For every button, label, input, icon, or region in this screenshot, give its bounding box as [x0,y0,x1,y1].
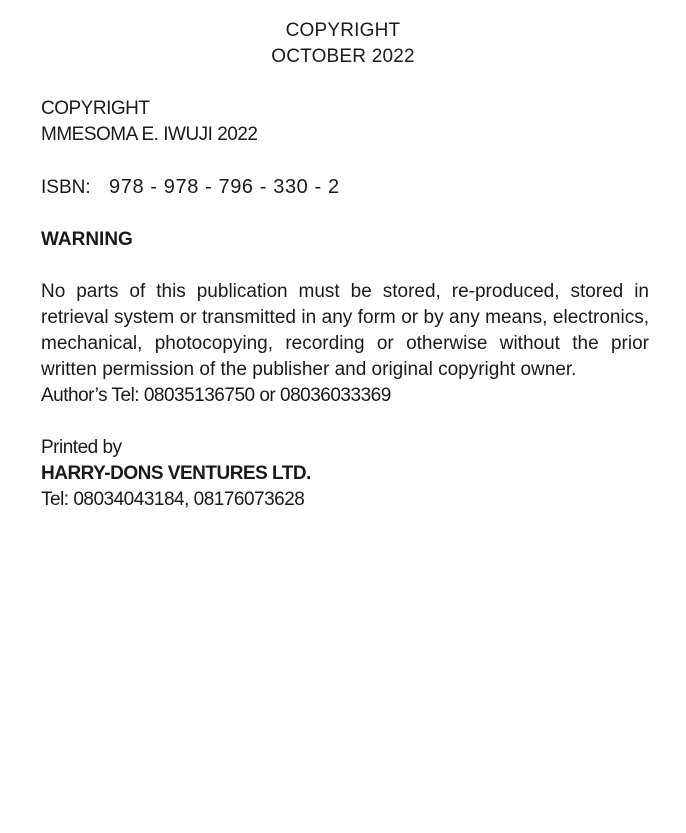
isbn-label: ISBN: [41,177,91,198]
copyright-label: COPYRIGHT [41,98,150,119]
printed-by-label: Printed by [41,437,122,458]
warning-heading: WARNING [41,229,133,250]
isbn-value: 978 - 978 - 796 - 330 - 2 [109,176,340,198]
header-date: OCTOBER 2022 [271,46,415,67]
copyright-holder: MMESOMA E. IWUJI 2022 [41,124,258,145]
header-title: COPYRIGHT [285,20,401,41]
author-telephone: Author’s Tel: 08035136750 or 08036033369 [41,385,391,406]
page-content: COPYRIGHT MMESOMA E. IWUJI 2022 ISBN: 978… [41,96,649,513]
printer-name: HARRY-DONS VENTURES LTD. [41,463,311,484]
copyright-page: COPYRIGHT OCTOBER 2022 COPYRIGHT MMESOMA… [0,0,686,833]
isbn-line: ISBN: 978 - 978 - 796 - 330 - 2 [41,174,649,201]
warning-body: No parts of this publication must be sto… [41,281,649,380]
printer-telephone: Tel: 08034043184, 08176073628 [41,489,305,510]
page-header: COPYRIGHT OCTOBER 2022 [0,18,686,70]
